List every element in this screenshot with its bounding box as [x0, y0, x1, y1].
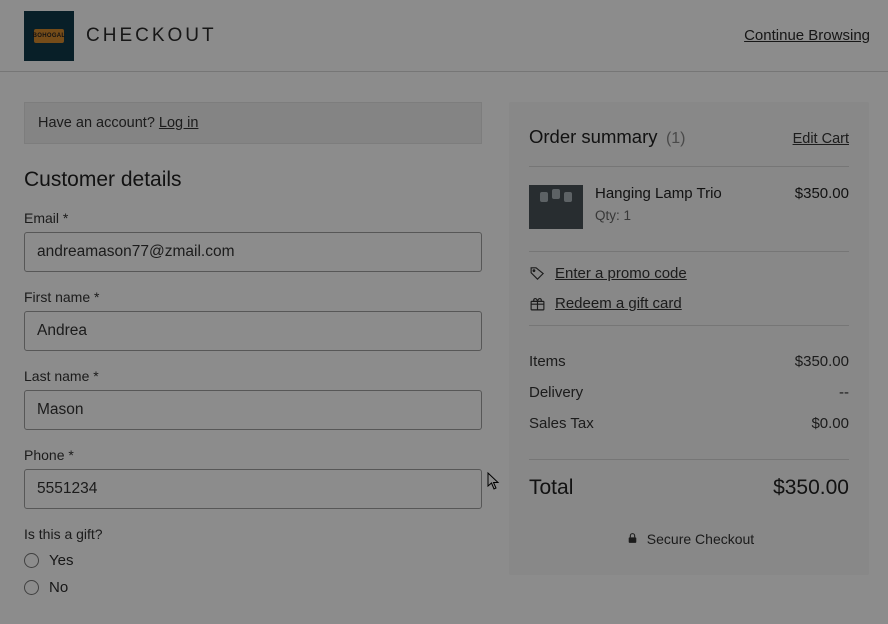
item-qty: Qty: 1: [595, 208, 849, 223]
phone-input[interactable]: [24, 469, 482, 509]
summary-title: Order summary: [529, 126, 658, 147]
email-field-group: Email *: [24, 210, 482, 272]
gift-no-row[interactable]: No: [24, 579, 482, 596]
gift-card-row: Redeem a gift card: [529, 295, 849, 325]
page-title: CHECKOUT: [86, 25, 217, 47]
brand-mark: BOHOGAL: [34, 29, 64, 43]
gift-yes-label: Yes: [49, 552, 73, 569]
summary-count: (1): [666, 130, 686, 147]
email-label: Email *: [24, 210, 482, 226]
summary-header: Order summary (1) Edit Cart: [529, 126, 849, 148]
lock-icon: [624, 530, 641, 547]
promo-row: Enter a promo code: [529, 252, 849, 295]
last-name-field-group: Last name *: [24, 368, 482, 430]
gift-icon: [529, 295, 546, 312]
login-prompt-text: Have an account?: [38, 115, 159, 131]
first-name-field-group: First name *: [24, 289, 482, 351]
first-name-label: First name *: [24, 289, 482, 305]
item-top-row: Hanging Lamp Trio $350.00: [595, 185, 849, 202]
gift-no-radio[interactable]: [24, 580, 39, 595]
gift-card-link[interactable]: Redeem a gift card: [555, 295, 682, 312]
tax-value: $0.00: [811, 415, 849, 432]
delivery-label: Delivery: [529, 384, 583, 401]
phone-field-group: Phone *: [24, 447, 482, 509]
login-prompt: Have an account? Log in: [24, 102, 482, 144]
brand-logo[interactable]: BOHOGAL: [24, 11, 74, 61]
item-name: Hanging Lamp Trio: [595, 185, 722, 202]
summary-title-wrap: Order summary (1): [529, 126, 686, 148]
secure-checkout-label: Secure Checkout: [647, 531, 754, 547]
delivery-value: --: [839, 384, 849, 401]
items-label: Items: [529, 353, 566, 370]
header: BOHOGAL CHECKOUT Continue Browsing: [0, 0, 888, 72]
secure-checkout-row: Secure Checkout: [529, 530, 849, 547]
customer-details-heading: Customer details: [24, 168, 482, 192]
header-left: BOHOGAL CHECKOUT: [24, 11, 217, 61]
delivery-row: Delivery --: [529, 377, 849, 408]
items-value: $350.00: [795, 353, 849, 370]
edit-cart-link[interactable]: Edit Cart: [793, 131, 849, 147]
items-subtotal-row: Items $350.00: [529, 346, 849, 377]
summary-totals: Items $350.00 Delivery -- Sales Tax $0.0…: [529, 326, 849, 459]
order-summary-panel: Order summary (1) Edit Cart Hanging Lamp…: [509, 102, 869, 575]
grand-total-row: Total $350.00: [529, 460, 849, 500]
email-input[interactable]: [24, 232, 482, 272]
phone-label: Phone *: [24, 447, 482, 463]
last-name-input[interactable]: [24, 390, 482, 430]
gift-no-label: No: [49, 579, 68, 596]
continue-browsing-link[interactable]: Continue Browsing: [744, 27, 870, 44]
tag-icon: [529, 265, 546, 282]
last-name-label: Last name *: [24, 368, 482, 384]
promo-code-link[interactable]: Enter a promo code: [555, 265, 687, 282]
tax-label: Sales Tax: [529, 415, 594, 432]
login-link[interactable]: Log in: [159, 115, 199, 131]
tax-row: Sales Tax $0.00: [529, 408, 849, 439]
total-label: Total: [529, 476, 573, 500]
total-value: $350.00: [773, 476, 849, 500]
gift-yes-row[interactable]: Yes: [24, 552, 482, 569]
item-info: Hanging Lamp Trio $350.00 Qty: 1: [595, 185, 849, 229]
cart-item-row: Hanging Lamp Trio $350.00 Qty: 1: [529, 167, 849, 251]
content: Have an account? Log in Customer details…: [0, 72, 888, 596]
gift-question-label: Is this a gift?: [24, 526, 482, 542]
first-name-input[interactable]: [24, 311, 482, 351]
customer-column: Have an account? Log in Customer details…: [24, 102, 482, 596]
gift-yes-radio[interactable]: [24, 553, 39, 568]
item-price: $350.00: [795, 185, 849, 202]
item-thumbnail: [529, 185, 583, 229]
